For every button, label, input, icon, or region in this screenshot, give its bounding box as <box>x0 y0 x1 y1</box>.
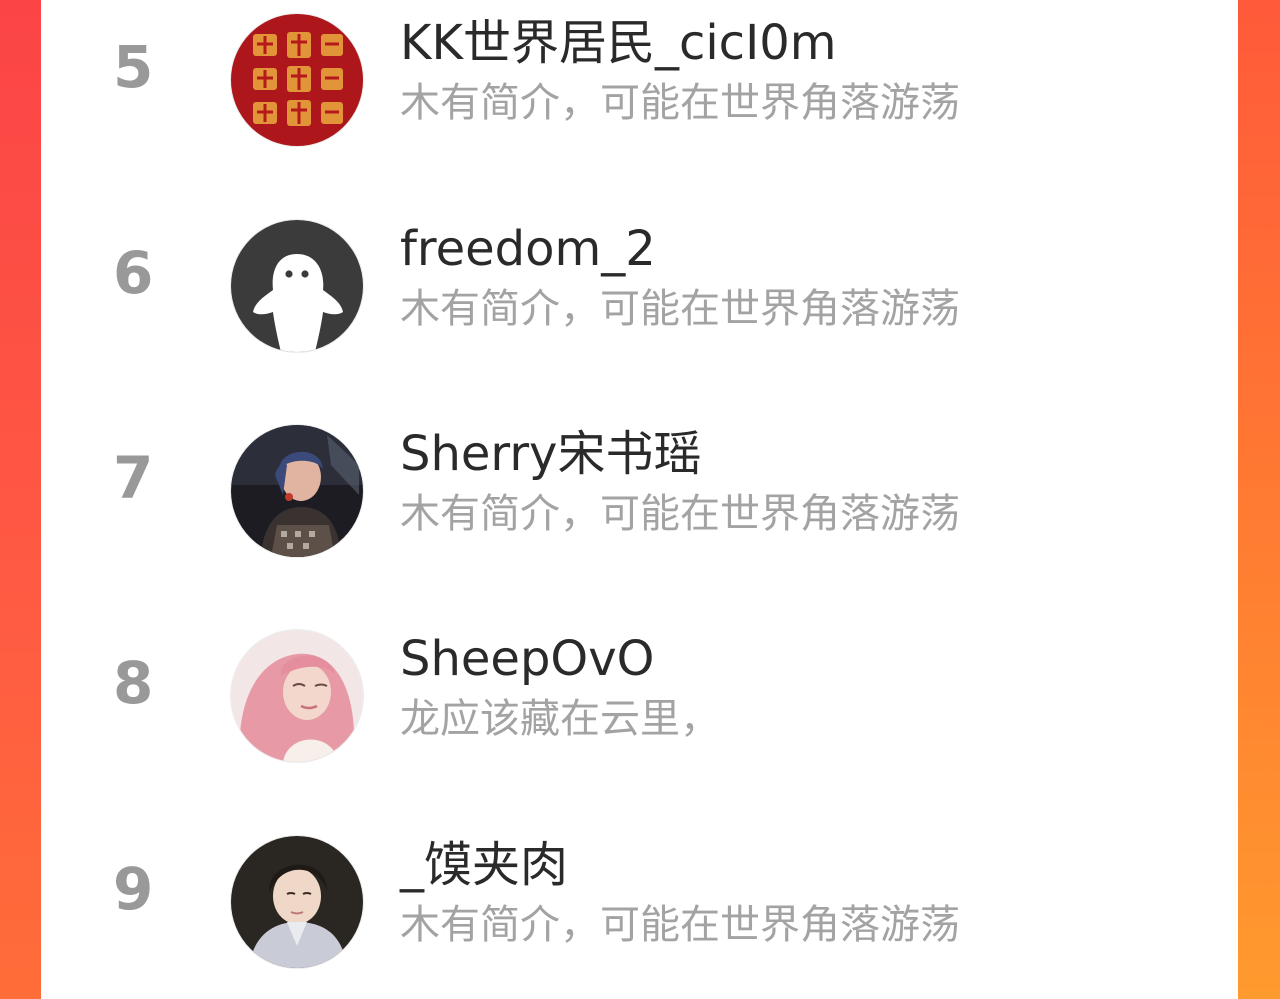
default-ghost-avatar-icon <box>231 220 363 352</box>
rank-number: 8 <box>113 649 154 717</box>
user-bio: 木有简介，可能在世界角落游荡 <box>400 902 960 948</box>
user-name[interactable]: _馍夹肉 <box>400 837 568 893</box>
photo-avatar-icon <box>231 630 363 762</box>
avatar[interactable] <box>231 425 363 557</box>
list-item[interactable]: 8 SheepOvO 龙应该藏在云里， <box>41 616 1238 786</box>
user-bio: 木有简介，可能在世界角落游荡 <box>400 286 960 332</box>
avatar[interactable] <box>231 220 363 352</box>
user-name[interactable]: SheepOvO <box>400 631 654 687</box>
rank-number: 5 <box>113 33 154 101</box>
user-name[interactable]: KK世界居民_cicI0m <box>400 15 837 71</box>
user-bio: 龙应该藏在云里， <box>400 696 720 742</box>
user-bio: 木有简介，可能在世界角落游荡 <box>400 80 960 126</box>
left-gradient-edge <box>0 0 41 999</box>
user-name[interactable]: freedom_2 <box>400 221 656 277</box>
user-name[interactable]: Sherry宋书瑶 <box>400 426 701 482</box>
rank-number: 7 <box>113 444 154 512</box>
avatar[interactable] <box>231 836 363 968</box>
photo-avatar-icon <box>231 425 363 557</box>
photo-avatar-icon <box>231 836 363 968</box>
user-bio: 木有简介，可能在世界角落游荡 <box>400 491 960 537</box>
ranking-list-panel: 5 KK世界居民_cicI0m 木有简介，可能在世界角落游荡 6 freedom… <box>41 0 1238 999</box>
list-item[interactable]: 9 _馍夹肉 木有简介，可能在世界角落游荡 <box>41 822 1238 992</box>
list-item[interactable]: 6 freedom_2 木有简介，可能在世界角落游荡 <box>41 206 1238 376</box>
rank-number: 9 <box>113 855 154 923</box>
avatar[interactable] <box>231 14 363 146</box>
avatar[interactable] <box>231 630 363 762</box>
list-item[interactable]: 7 Sherry宋书瑶 木有简介，可能在世界角落游荡 <box>41 411 1238 581</box>
list-item[interactable]: 5 KK世界居民_cicI0m 木有简介，可能在世界角落游荡 <box>41 0 1238 170</box>
right-gradient-edge <box>1238 0 1280 999</box>
rank-number: 6 <box>113 239 154 307</box>
red-fortune-avatar-icon <box>231 14 363 146</box>
